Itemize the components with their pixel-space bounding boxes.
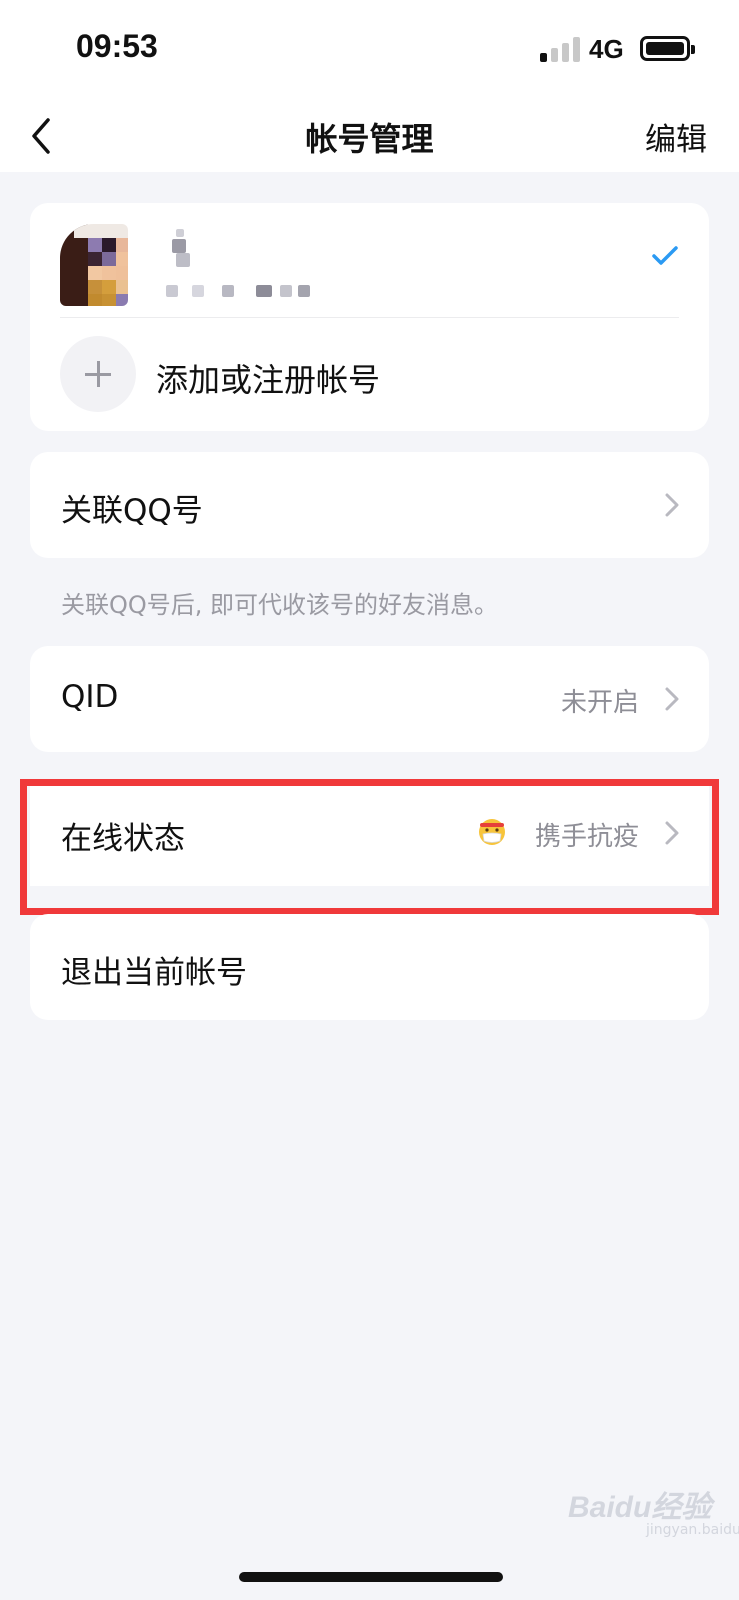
checkmark-icon bbox=[652, 246, 678, 265]
current-account-row[interactable] bbox=[30, 203, 709, 317]
plus-icon bbox=[60, 336, 136, 412]
page-title: 帐号管理 bbox=[305, 120, 434, 158]
network-type: 4G bbox=[589, 34, 624, 64]
logout-row[interactable]: 退出当前帐号 bbox=[30, 914, 709, 1020]
edit-button[interactable]: 编辑 bbox=[645, 114, 707, 159]
watermark-main: Baidu经验 bbox=[568, 1491, 712, 1524]
qid-row[interactable]: QID 未开启 bbox=[30, 646, 709, 752]
battery-icon bbox=[640, 36, 695, 61]
account-name-redacted bbox=[162, 229, 312, 299]
account-card: 添加或注册帐号 bbox=[30, 203, 709, 431]
logout-label: 退出当前帐号 bbox=[61, 955, 247, 991]
link-qq-label: 关联QQ号 bbox=[61, 493, 203, 529]
chevron-right-icon bbox=[665, 687, 679, 711]
qid-value: 未开启 bbox=[560, 688, 639, 718]
link-qq-hint: 关联QQ号后, 即可代收该号的好友消息。 bbox=[61, 591, 499, 619]
qid-label: QID bbox=[61, 679, 119, 715]
status-time: 09:53 bbox=[76, 28, 158, 64]
baidu-watermark: Baidu经验 jingyan.baidu.com bbox=[568, 1480, 739, 1540]
add-account-label: 添加或注册帐号 bbox=[156, 361, 381, 399]
chevron-right-icon bbox=[665, 493, 679, 517]
navigation-bar: 帐号管理 编辑 bbox=[0, 96, 739, 172]
add-account-button[interactable]: 添加或注册帐号 bbox=[30, 318, 709, 431]
signal-strength-icon bbox=[540, 36, 582, 62]
watermark-sub: jingyan.baidu.com bbox=[646, 1522, 739, 1538]
avatar bbox=[60, 224, 128, 306]
status-bar: 09:53 4G bbox=[0, 0, 739, 96]
link-qq-row[interactable]: 关联QQ号 bbox=[30, 452, 709, 558]
highlight-annotation-box bbox=[20, 779, 719, 915]
home-indicator[interactable] bbox=[239, 1572, 503, 1582]
